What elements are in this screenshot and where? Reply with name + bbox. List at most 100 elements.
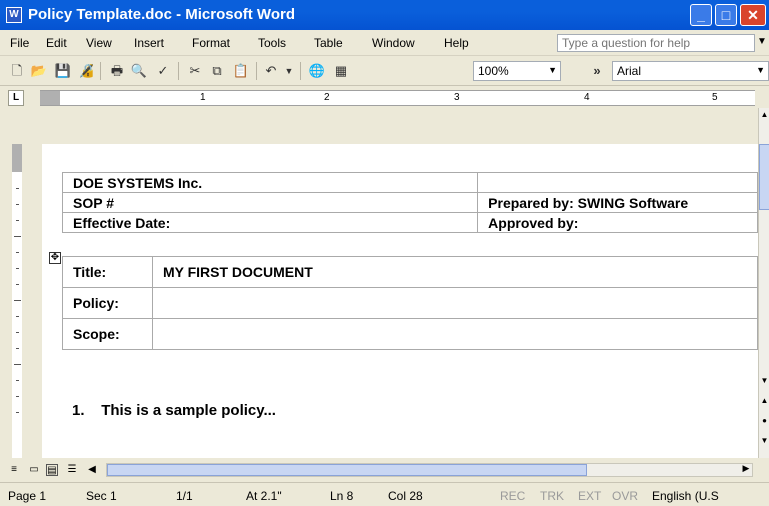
minimize-button[interactable]: _	[690, 4, 712, 26]
menu-window[interactable]: Window	[372, 36, 415, 50]
title-label-cell[interactable]: Title:	[62, 256, 153, 288]
spelling-icon[interactable]: ✓	[154, 62, 172, 80]
zoom-value: 100%	[478, 64, 509, 78]
toolbar-separator	[256, 62, 257, 80]
ruler-number: 1	[200, 92, 206, 103]
menu-insert[interactable]: Insert	[134, 36, 164, 50]
print-icon[interactable]: 🖶	[108, 62, 126, 80]
normal-view-icon[interactable]: ≡	[8, 464, 20, 476]
ruler-tick	[16, 380, 19, 381]
effective-date-cell[interactable]: Effective Date:	[61, 212, 479, 233]
horizontal-ruler[interactable]: 1 2 3 4 5	[40, 90, 755, 106]
document-page[interactable]: DOE SYSTEMS Inc. SOP # Prepared by: SWIN…	[42, 108, 758, 458]
zoom-dropdown-icon[interactable]: ▼	[548, 65, 557, 75]
word-app-icon[interactable]: W	[6, 7, 22, 23]
approved-by-cell[interactable]: Approved by:	[477, 212, 758, 233]
hyperlink-icon[interactable]: 🌐	[308, 62, 326, 80]
cut-icon[interactable]: ✂	[186, 62, 204, 80]
policy-value-cell[interactable]	[151, 287, 758, 319]
vertical-ruler[interactable]	[0, 108, 28, 458]
menu-file[interactable]: File	[10, 36, 29, 50]
status-language[interactable]: English (U.S	[652, 489, 719, 503]
document-area: DOE SYSTEMS Inc. SOP # Prepared by: SWIN…	[0, 108, 758, 458]
print-layout-view-icon[interactable]: ▤	[46, 464, 58, 476]
ruler-row: L 1 2 3 4 5	[0, 86, 769, 108]
vertical-scrollbar[interactable]: ▲ ▼ ▲ ● ▼	[758, 108, 769, 458]
standard-toolbar: 🗋 📂 💾 🔏 🖶 🔍 ✓ ✂ ⧉ 📋 ↶ ▼ 🌐 ▦ 100% ▼ » Ari…	[0, 56, 769, 86]
outline-view-icon[interactable]: ☰	[66, 464, 78, 476]
ruler-tick	[16, 220, 19, 221]
header-table[interactable]: DOE SYSTEMS Inc. SOP # Prepared by: SWIN…	[61, 172, 758, 233]
item-text: This is a sample policy...	[101, 402, 276, 419]
permission-icon[interactable]: 🔏	[78, 62, 96, 80]
status-track-changes[interactable]: TRK	[540, 489, 564, 503]
toolbar-options-icon[interactable]: »	[588, 62, 606, 80]
browse-object-icon[interactable]: ●	[759, 416, 769, 425]
horizontal-scrollbar[interactable]	[106, 463, 753, 477]
next-page-icon[interactable]: ▼	[759, 436, 769, 445]
close-button[interactable]: ✕	[740, 4, 766, 26]
vertical-scroll-thumb[interactable]	[759, 144, 769, 210]
sop-cell[interactable]: SOP #	[61, 192, 479, 213]
info-table[interactable]: Title: MY FIRST DOCUMENT Policy: Scope:	[62, 256, 758, 350]
table-move-handle-icon[interactable]: ✥	[49, 252, 61, 264]
scroll-right-icon[interactable]: ▶	[738, 463, 754, 477]
menu-format[interactable]: Format	[192, 36, 230, 50]
ruler-tick	[16, 316, 19, 317]
scroll-left-icon[interactable]: ◀	[86, 464, 98, 476]
help-dropdown-icon[interactable]: ▼	[757, 36, 767, 47]
status-overtype[interactable]: OVR	[612, 489, 638, 503]
zoom-select[interactable]: 100% ▼	[473, 61, 561, 81]
prepared-by-cell[interactable]: Prepared by: SWING Software	[477, 192, 758, 213]
scope-value-cell[interactable]	[151, 318, 758, 350]
company-cell[interactable]: DOE SYSTEMS Inc.	[61, 172, 479, 193]
policy-label-cell[interactable]: Policy:	[62, 287, 153, 319]
scope-label-cell[interactable]: Scope:	[62, 318, 153, 350]
help-question-input[interactable]	[557, 34, 755, 52]
menu-help[interactable]: Help	[444, 36, 469, 50]
print-preview-icon[interactable]: 🔍	[130, 62, 148, 80]
menu-bar: File Edit View Insert Format Tools Table…	[0, 30, 769, 56]
horizontal-scroll-thumb[interactable]	[107, 464, 587, 476]
paste-icon[interactable]: 📋	[232, 62, 250, 80]
table-row: Scope:	[62, 318, 758, 350]
menu-edit[interactable]: Edit	[46, 36, 67, 50]
undo-icon[interactable]: ↶	[262, 62, 280, 80]
web-layout-view-icon[interactable]: ▭	[28, 464, 40, 476]
font-value: Arial	[617, 64, 642, 78]
status-record-macro[interactable]: REC	[500, 489, 525, 503]
numbered-item[interactable]: 1. This is a sample policy...	[72, 402, 276, 419]
previous-page-icon[interactable]: ▲	[759, 396, 769, 405]
tab-selector-icon[interactable]: L	[8, 90, 24, 106]
open-icon[interactable]: 📂	[30, 62, 48, 80]
window-title: Policy Template.doc - Microsoft Word	[28, 6, 295, 23]
status-page: Page 1	[8, 489, 47, 503]
font-dropdown-icon[interactable]: ▼	[756, 65, 765, 75]
menu-tools[interactable]: Tools	[258, 36, 286, 50]
new-document-icon[interactable]: 🗋	[8, 62, 26, 80]
ruler-tick	[16, 284, 19, 285]
ruler-tick	[16, 348, 19, 349]
save-icon[interactable]: 💾	[54, 62, 72, 80]
status-position: At 2.1"	[246, 489, 282, 503]
title-value-cell[interactable]: MY FIRST DOCUMENT	[151, 256, 758, 288]
ruler-margin	[40, 91, 60, 105]
ruler-number: 4	[584, 92, 590, 103]
table-row: Policy:	[62, 287, 758, 319]
ruler-number: 3	[454, 92, 460, 103]
status-page-count: 1/1	[176, 489, 193, 503]
table-icon[interactable]: ▦	[332, 62, 350, 80]
font-select[interactable]: Arial ▼	[612, 61, 769, 81]
header-empty-cell[interactable]	[477, 172, 758, 193]
menu-table[interactable]: Table	[314, 36, 343, 50]
scroll-up-icon[interactable]: ▲	[759, 110, 769, 119]
maximize-button[interactable]: □	[715, 4, 737, 26]
status-extend-selection[interactable]: EXT	[578, 489, 601, 503]
title-bar: W Policy Template.doc - Microsoft Word _…	[0, 0, 769, 30]
menu-view[interactable]: View	[86, 36, 112, 50]
status-line: Ln 8	[330, 489, 354, 503]
page-gutter	[28, 108, 42, 458]
copy-icon[interactable]: ⧉	[208, 62, 226, 80]
undo-dropdown-icon[interactable]: ▼	[280, 62, 298, 80]
scroll-down-icon[interactable]: ▼	[759, 376, 769, 385]
